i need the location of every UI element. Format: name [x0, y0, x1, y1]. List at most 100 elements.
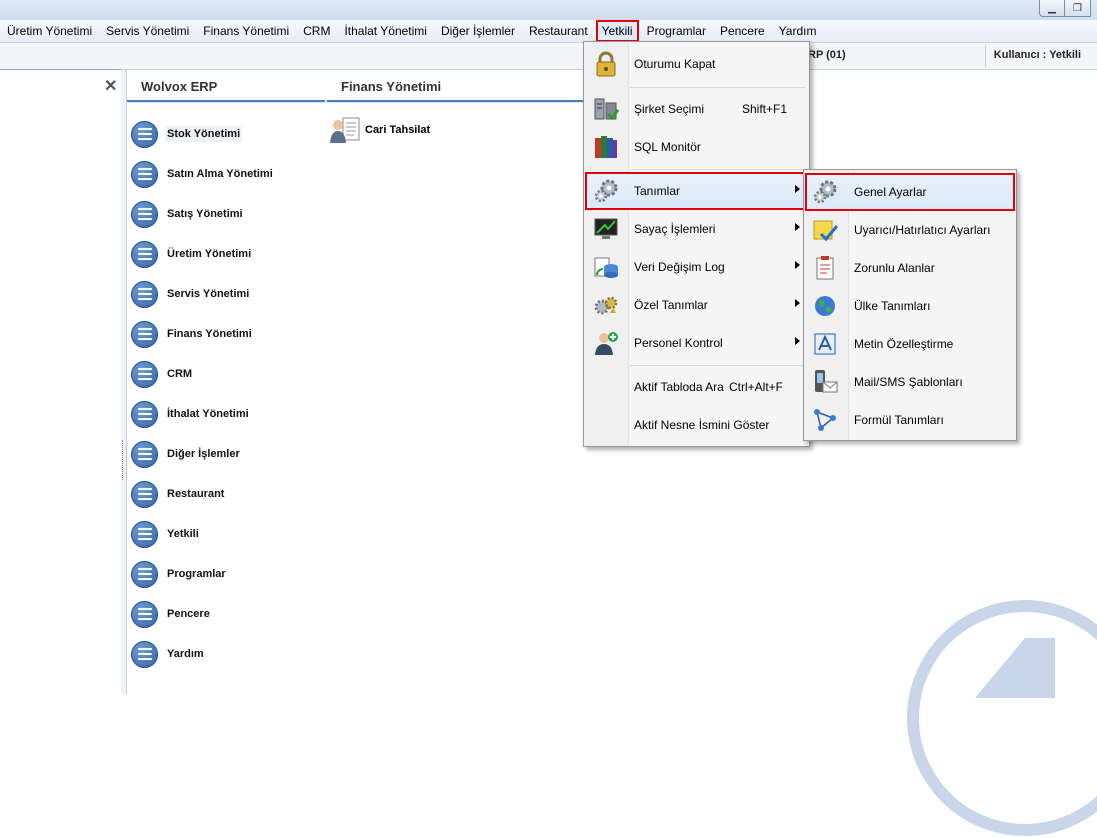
- menu-item-ozel-tanimlar[interactable]: Özel Tanımlar: [585, 286, 808, 324]
- menu-label: Özel Tanımlar: [634, 298, 708, 312]
- nav-label: Finans Yönetimi: [167, 328, 252, 340]
- submenu-item-genel-ayarlar[interactable]: Genel Ayarlar: [805, 173, 1015, 211]
- menu-servis[interactable]: Servis Yönetimi: [99, 20, 196, 42]
- submenu-item-mail-sms-sablonlari[interactable]: Mail/SMS Şablonları: [805, 363, 1015, 401]
- tanimlar-submenu: Genel Ayarlar Uyarıcı/Hatırlatıcı Ayarla…: [803, 169, 1017, 441]
- menu-label: Formül Tanımları: [854, 413, 944, 427]
- menu-uretim[interactable]: Üretim Yönetimi: [0, 20, 99, 42]
- cari-tahsilat-item[interactable]: Cari Tahsilat: [329, 116, 430, 144]
- menu-item-sirket-secimi[interactable]: Şirket Seçimi Shift+F1: [585, 90, 808, 128]
- restore-icon: ❐: [1073, 2, 1082, 14]
- nav-item-satin-alma[interactable]: Satın Alma Yönetimi: [131, 154, 275, 194]
- menu-pencere[interactable]: Pencere: [713, 20, 772, 42]
- menu-label: Genel Ayarlar: [854, 185, 927, 199]
- menu-yardim[interactable]: Yardım: [772, 20, 824, 42]
- submenu-arrow-icon: [795, 261, 800, 269]
- submenu-item-formul-tanimlari[interactable]: Formül Tanımları: [805, 401, 1015, 439]
- menu-label: Aktif Tabloda Ara: [634, 380, 724, 394]
- menu-lines-icon: [131, 600, 158, 628]
- nav-item-diger[interactable]: Diğer İşlemler: [131, 434, 275, 474]
- menu-label: Sayaç İşlemleri: [634, 222, 716, 236]
- menu-lines-icon: [131, 520, 158, 548]
- globe-icon: [815, 296, 835, 316]
- tab-wolvox-erp[interactable]: Wolvox ERP: [127, 77, 325, 103]
- books-icon: [595, 136, 617, 158]
- menu-label: Metin Özelleştirme: [854, 337, 954, 351]
- gears-icon: [813, 180, 837, 204]
- submenu-arrow-icon: [795, 299, 800, 307]
- submenu-item-ulke-tanimlari[interactable]: Ülke Tanımları: [805, 287, 1015, 325]
- menu-label: SQL Monitör: [634, 140, 701, 154]
- restore-button[interactable]: ❐: [1065, 0, 1091, 17]
- menu-label: Uyarıcı/Hatırlatıcı Ayarları: [854, 223, 991, 237]
- menu-item-sayac-islemleri[interactable]: Sayaç İşlemleri: [585, 210, 808, 248]
- menu-item-aktif-tabloda-ara[interactable]: Aktif Tabloda Ara Ctrl+Alt+F: [585, 368, 808, 406]
- lock-icon: [596, 51, 616, 77]
- text-edit-icon: [814, 333, 836, 355]
- menu-item-veri-degisim-log[interactable]: Veri Değişim Log: [585, 248, 808, 286]
- personnel-icon: [595, 332, 618, 355]
- nav-label: Üretim Yönetimi: [167, 248, 252, 260]
- menu-lines-icon: [131, 160, 158, 188]
- submenu-item-zorunlu-alanlar[interactable]: Zorunlu Alanlar: [805, 249, 1015, 287]
- menu-finans[interactable]: Finans Yönetimi: [196, 20, 296, 42]
- nav-item-pencere[interactable]: Pencere: [131, 594, 275, 634]
- monitor-icon: [594, 218, 618, 239]
- panel-splitter[interactable]: [121, 70, 127, 694]
- submenu-arrow-icon: [795, 337, 800, 345]
- nav-item-uretim[interactable]: Üretim Yönetimi: [131, 234, 275, 274]
- menu-separator: [630, 87, 806, 88]
- menu-label: Şirket Seçimi: [634, 102, 705, 116]
- submenu-arrow-icon: [795, 185, 800, 193]
- formula-icon: [814, 409, 836, 431]
- module-nav-list: Stok Yönetimi Satın Alma Yönetimi Satış …: [131, 114, 275, 674]
- close-icon[interactable]: ✕: [104, 76, 117, 96]
- reminder-check-icon: [813, 220, 839, 242]
- menu-lines-icon: [131, 280, 158, 308]
- menu-label: Personel Kontrol: [634, 336, 723, 350]
- menu-item-oturumu-kapat[interactable]: Oturumu Kapat: [585, 45, 808, 83]
- status-info-bar: RP (01) Kullanıcı : Yetkili: [0, 43, 1097, 70]
- minimize-icon: ▁: [1048, 2, 1056, 14]
- menu-item-personel-kontrol[interactable]: Personel Kontrol: [585, 324, 808, 362]
- menu-lines-icon: [131, 400, 158, 428]
- nav-item-servis[interactable]: Servis Yönetimi: [131, 274, 275, 314]
- menu-diger[interactable]: Diğer İşlemler: [434, 20, 522, 42]
- menu-item-tanimlar[interactable]: Tanımlar: [585, 172, 808, 210]
- nav-item-yetkili[interactable]: Yetkili: [131, 514, 275, 554]
- phone-mail-icon: [815, 370, 838, 393]
- minimize-button[interactable]: ▁: [1039, 0, 1065, 17]
- nav-item-yardim[interactable]: Yardım: [131, 634, 275, 674]
- menu-separator: [630, 169, 806, 170]
- nav-label: Yetkili: [167, 528, 199, 540]
- nav-item-finans[interactable]: Finans Yönetimi: [131, 314, 275, 354]
- menu-item-aktif-nesne-ismini-goster[interactable]: Aktif Nesne İsmini Göster: [585, 406, 808, 444]
- info-divider: [985, 45, 986, 67]
- menu-restaurant[interactable]: Restaurant: [522, 20, 595, 42]
- nav-label: Yardım: [167, 648, 204, 660]
- menu-label: Aktif Nesne İsmini Göster: [634, 418, 770, 432]
- nav-item-programlar[interactable]: Programlar: [131, 554, 275, 594]
- menu-lines-icon: [131, 360, 158, 388]
- tab-finans-yonetimi[interactable]: Finans Yönetimi: [327, 77, 597, 103]
- nav-item-crm[interactable]: CRM: [131, 354, 275, 394]
- nav-item-stok[interactable]: Stok Yönetimi: [131, 114, 275, 154]
- menu-separator: [630, 365, 806, 366]
- submenu-item-uyarici-ayarlari[interactable]: Uyarıcı/Hatırlatıcı Ayarları: [805, 211, 1015, 249]
- nav-label: İthalat Yönetimi: [167, 408, 249, 420]
- nav-label: Satış Yönetimi: [167, 208, 243, 220]
- nav-label: Stok Yönetimi: [165, 126, 243, 142]
- yetkili-dropdown-menu: Oturumu Kapat Şirket Seçimi Shift+F1 SQL…: [583, 41, 810, 447]
- nav-item-satis[interactable]: Satış Yönetimi: [131, 194, 275, 234]
- menu-programlar[interactable]: Programlar: [640, 20, 713, 42]
- nav-item-restaurant[interactable]: Restaurant: [131, 474, 275, 514]
- menu-label: Mail/SMS Şablonları: [854, 375, 963, 389]
- menu-ithalat[interactable]: İthalat Yönetimi: [337, 20, 434, 42]
- menu-item-sql-monitor[interactable]: SQL Monitör: [585, 128, 808, 166]
- nav-item-ithalat[interactable]: İthalat Yönetimi: [131, 394, 275, 434]
- submenu-item-metin-ozellestirme[interactable]: Metin Özelleştirme: [805, 325, 1015, 363]
- splitter-grip[interactable]: [122, 440, 125, 480]
- menu-crm[interactable]: CRM: [296, 20, 337, 42]
- menu-yetkili[interactable]: Yetkili: [595, 20, 639, 42]
- menu-lines-icon: [131, 480, 158, 508]
